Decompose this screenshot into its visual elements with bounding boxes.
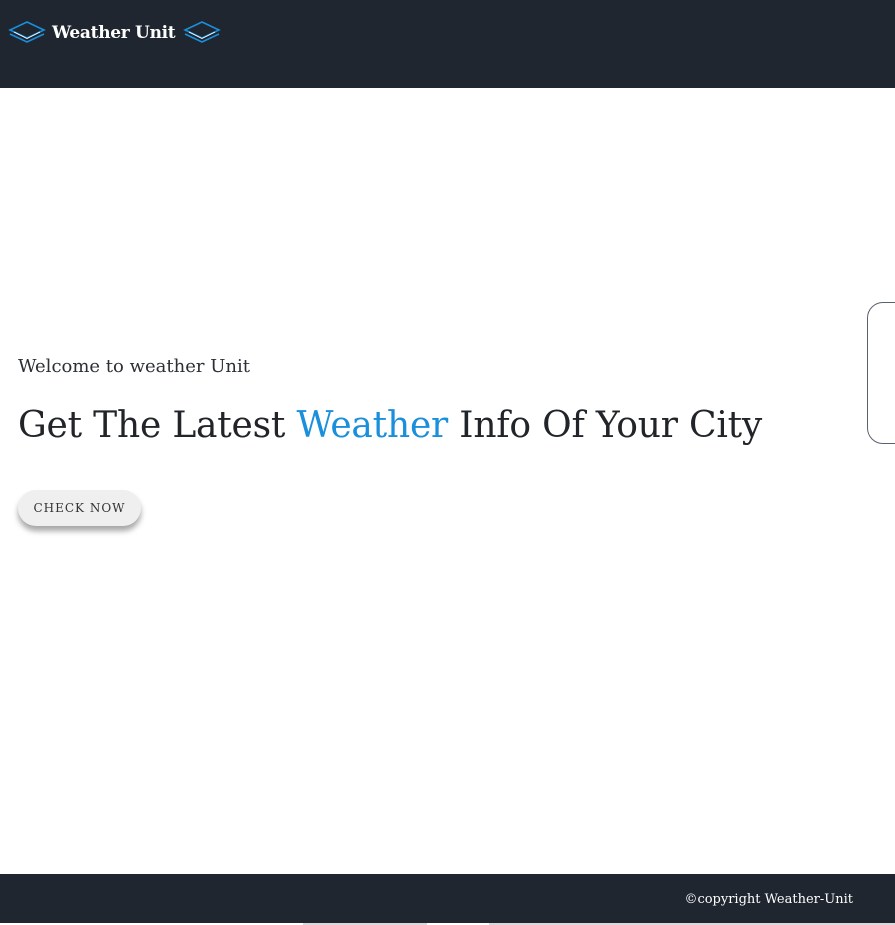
headline-accent: Weather [296, 405, 449, 446]
navbar: Weather Unit [0, 0, 895, 88]
side-card [867, 302, 895, 444]
headline-before: Get The Latest [18, 405, 297, 446]
brand-link[interactable]: Weather Unit [8, 19, 222, 47]
hero-headline: Get The Latest Weather Info Of Your City [18, 402, 762, 450]
headline-after: Info Of Your City [448, 405, 763, 446]
footer: ©copyright Weather-Unit [0, 874, 895, 923]
page: Weather Unit Welcome to weather Unit Get… [0, 0, 895, 925]
check-now-button[interactable]: CHECK NOW [18, 490, 141, 526]
hero-section: Welcome to weather Unit Get The Latest W… [0, 88, 895, 874]
brand-name: Weather Unit [52, 23, 176, 43]
layers-icon [8, 19, 46, 47]
layers-icon [183, 19, 222, 47]
copyright-text: ©copyright Weather-Unit [684, 892, 853, 907]
welcome-text: Welcome to weather Unit [18, 356, 250, 377]
